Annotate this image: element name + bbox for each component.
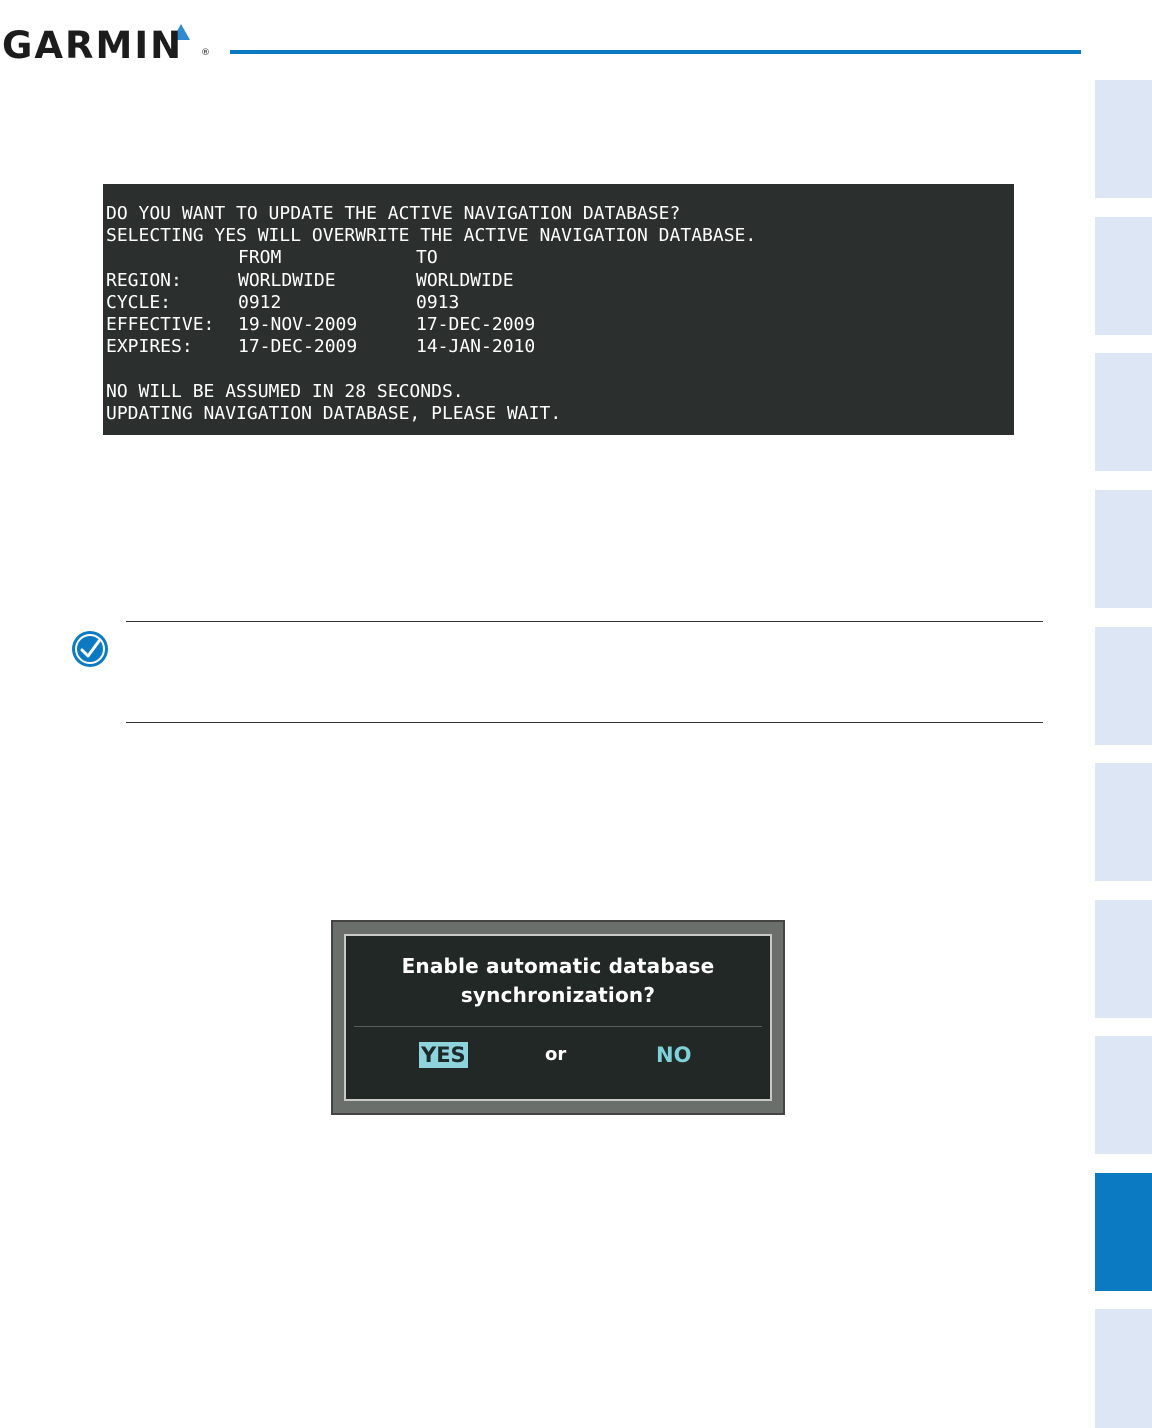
database-update-screen: DO YOU WANT TO UPDATE THE ACTIVE NAVIGAT… (103, 184, 1014, 435)
note-top-rule (126, 621, 1043, 622)
row-to: 0913 (416, 291, 460, 313)
from-header: FROM (238, 247, 282, 269)
row-label: REGION: (106, 269, 182, 291)
side-tab-7[interactable] (1095, 900, 1152, 1018)
side-tab-9-active[interactable] (1095, 1173, 1152, 1291)
side-tab-1[interactable] (1095, 80, 1152, 198)
dialog-title-line2: synchronization? (460, 983, 656, 1007)
yes-button[interactable]: YES (419, 1042, 468, 1068)
side-tab-3[interactable] (1095, 353, 1152, 471)
cycle-row: CYCLE: 0912 0913 (106, 292, 1014, 314)
row-label: CYCLE: (106, 291, 172, 313)
column-header-row: FROM TO (106, 247, 1014, 269)
side-tab-10[interactable] (1095, 1309, 1152, 1428)
sync-dialog-body: Enable automatic database synchronizatio… (344, 934, 772, 1101)
row-from: 19-NOV-2009 (238, 313, 358, 335)
row-from: WORLDWIDE (238, 269, 336, 291)
expires-row: EXPIRES: 17-DEC-2009 14-JAN-2010 (106, 336, 1014, 358)
to-header: TO (416, 247, 438, 269)
no-button[interactable]: NO (656, 1042, 691, 1068)
or-label: or (545, 1044, 567, 1065)
note-bottom-rule (126, 722, 1043, 723)
header-rule (230, 50, 1081, 54)
dialog-title: Enable automatic database synchronizatio… (346, 952, 770, 1010)
dialog-divider (354, 1026, 762, 1027)
prompt-line: DO YOU WANT TO UPDATE THE ACTIVE NAVIGAT… (106, 203, 681, 224)
brand-name: GARMIN (2, 24, 184, 67)
side-tab-8[interactable] (1095, 1036, 1152, 1154)
side-tab-6[interactable] (1095, 763, 1152, 881)
row-to: 17-DEC-2009 (416, 313, 536, 335)
row-from: 17-DEC-2009 (238, 336, 358, 358)
row-to: WORLDWIDE (416, 269, 514, 291)
status-line: UPDATING NAVIGATION DATABASE, PLEASE WAI… (106, 402, 562, 424)
row-to: 14-JAN-2010 (416, 336, 536, 358)
region-row: REGION: WORLDWIDE WORLDWIDE (106, 270, 1014, 292)
effective-row: EFFECTIVE: 19-NOV-2009 17-DEC-2009 (106, 314, 1014, 336)
registered-mark: ® (201, 48, 210, 58)
row-label: EXPIRES: (106, 336, 193, 358)
sync-dialog: Enable automatic database synchronizatio… (331, 920, 785, 1115)
checkmark-note-icon (72, 631, 108, 667)
side-tab-2[interactable] (1095, 217, 1152, 335)
row-from: 0912 (238, 291, 282, 313)
side-tab-4[interactable] (1095, 490, 1152, 608)
warning-line: SELECTING YES WILL OVERWRITE THE ACTIVE … (106, 225, 757, 247)
timeout-line: NO WILL BE ASSUMED IN 28 SECONDS. (106, 380, 464, 402)
dialog-title-line1: Enable automatic database (401, 954, 715, 978)
side-tab-5[interactable] (1095, 627, 1152, 745)
row-label: EFFECTIVE: (106, 313, 215, 335)
